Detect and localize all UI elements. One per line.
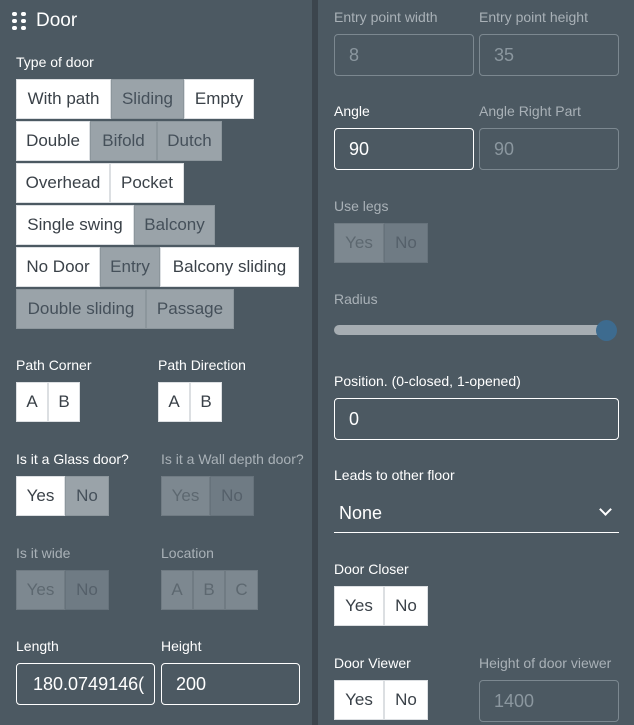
entry-height-input[interactable]: 35 bbox=[479, 34, 619, 76]
drag-handle-icon[interactable] bbox=[12, 12, 26, 30]
door-viewer-label: Door Viewer bbox=[334, 655, 411, 671]
door-viewer-no[interactable]: No bbox=[384, 680, 428, 720]
path-direction-label: Path Direction bbox=[158, 357, 246, 373]
angle-input[interactable]: 90 bbox=[334, 128, 474, 170]
door-type-pocket[interactable]: Pocket bbox=[110, 163, 184, 203]
use-legs-no[interactable]: No bbox=[384, 223, 428, 263]
door-type-overhead[interactable]: Overhead bbox=[16, 163, 110, 203]
radius-slider-thumb[interactable] bbox=[596, 320, 617, 341]
chevron-down-icon[interactable] bbox=[599, 503, 612, 516]
door-type-sliding[interactable]: Sliding bbox=[111, 79, 184, 119]
door-type-empty[interactable]: Empty bbox=[184, 79, 254, 119]
door-type-balcony-sliding[interactable]: Balcony sliding bbox=[160, 247, 299, 287]
path-corner-label: Path Corner bbox=[16, 357, 92, 373]
angle-right-label: Angle Right Part bbox=[479, 103, 581, 119]
leads-to-floor-label: Leads to other floor bbox=[334, 467, 455, 483]
path-direction-b[interactable]: B bbox=[190, 382, 222, 422]
position-input[interactable]: 0 bbox=[334, 398, 619, 440]
angle-right-input[interactable]: 90 bbox=[479, 128, 619, 170]
door-type-dutch[interactable]: Dutch bbox=[157, 121, 222, 161]
door-closer-label: Door Closer bbox=[334, 561, 409, 577]
entry-width-label: Entry point width bbox=[334, 9, 438, 25]
door-settings-panel: Door Type of door With path Sliding Empt… bbox=[0, 0, 312, 725]
select-underline bbox=[334, 532, 619, 533]
door-type-balcony[interactable]: Balcony bbox=[134, 205, 215, 245]
height-input[interactable]: 200 bbox=[161, 663, 300, 705]
entry-height-label: Entry point height bbox=[479, 9, 588, 25]
door-type-single-swing[interactable]: Single swing bbox=[16, 205, 134, 245]
is-wide-no[interactable]: No bbox=[65, 570, 109, 610]
door-closer-no[interactable]: No bbox=[384, 586, 428, 626]
door-closer-yes[interactable]: Yes bbox=[334, 586, 384, 626]
wall-depth-no[interactable]: No bbox=[210, 476, 254, 516]
wall-depth-label: Is it a Wall depth door? bbox=[161, 451, 304, 467]
glass-door-yes[interactable]: Yes bbox=[16, 476, 65, 516]
viewer-height-label: Height of door viewer bbox=[479, 655, 612, 671]
viewer-height-input[interactable]: 1400 bbox=[479, 680, 619, 722]
door-type-passage[interactable]: Passage bbox=[146, 289, 234, 329]
panel-header: Door bbox=[12, 10, 77, 32]
use-legs-yes[interactable]: Yes bbox=[334, 223, 384, 263]
path-corner-b[interactable]: B bbox=[48, 382, 80, 422]
path-corner-a[interactable]: A bbox=[16, 382, 48, 422]
location-b[interactable]: B bbox=[193, 570, 225, 610]
door-type-entry[interactable]: Entry bbox=[100, 247, 160, 287]
is-wide-yes[interactable]: Yes bbox=[16, 570, 65, 610]
length-input[interactable]: 180.0749146( bbox=[16, 663, 155, 705]
panel-title: Door bbox=[36, 10, 78, 31]
length-label: Length bbox=[16, 638, 59, 654]
leads-to-floor-select[interactable]: None bbox=[339, 503, 382, 524]
is-wide-label: Is it wide bbox=[16, 545, 71, 561]
door-type-no-door[interactable]: No Door bbox=[16, 247, 100, 287]
location-c[interactable]: C bbox=[225, 570, 258, 610]
position-label: Position. (0-closed, 1-opened) bbox=[334, 373, 521, 389]
door-type-bifold[interactable]: Bifold bbox=[90, 121, 157, 161]
radius-slider-track[interactable] bbox=[334, 325, 604, 335]
radius-label: Radius bbox=[334, 291, 378, 307]
path-direction-a[interactable]: A bbox=[158, 382, 190, 422]
angle-label: Angle bbox=[334, 103, 370, 119]
use-legs-label: Use legs bbox=[334, 198, 389, 214]
entry-width-input[interactable]: 8 bbox=[334, 34, 474, 76]
glass-door-no[interactable]: No bbox=[65, 476, 109, 516]
door-type-with-path[interactable]: With path bbox=[16, 79, 111, 119]
door-viewer-yes[interactable]: Yes bbox=[334, 680, 384, 720]
door-type-label: Type of door bbox=[16, 54, 94, 70]
glass-door-label: Is it a Glass door? bbox=[16, 451, 129, 467]
location-label: Location bbox=[161, 545, 214, 561]
door-type-double-sliding[interactable]: Double sliding bbox=[16, 289, 146, 329]
door-geometry-panel: Entry point width 8 Entry point height 3… bbox=[318, 0, 634, 725]
height-label: Height bbox=[161, 638, 202, 654]
door-type-double[interactable]: Double bbox=[16, 121, 90, 161]
location-a[interactable]: A bbox=[161, 570, 193, 610]
wall-depth-yes[interactable]: Yes bbox=[161, 476, 210, 516]
